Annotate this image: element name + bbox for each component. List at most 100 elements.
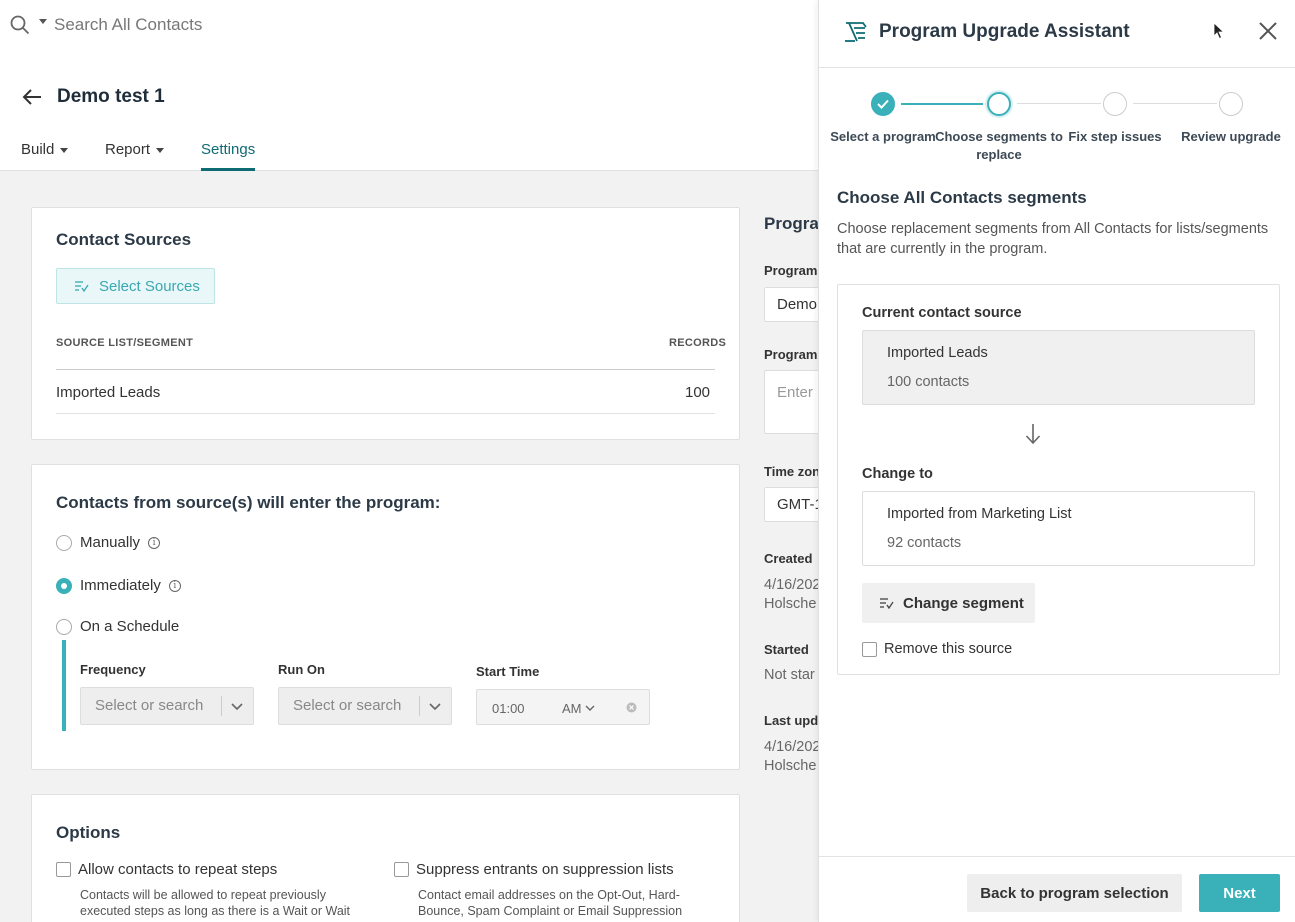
replacement-segment-name: Imported from Marketing List (887, 506, 1072, 522)
step-3-indicator (1103, 92, 1127, 116)
choose-segments-description: Choose replacement segments from All Con… (837, 221, 1269, 257)
current-source-name: Imported Leads (887, 345, 988, 361)
chevron-down-icon (60, 147, 69, 153)
remove-source-option[interactable]: Remove this source (862, 641, 1012, 657)
last-updated-by: Holsche (764, 758, 817, 774)
change-to-label: Change to (862, 466, 933, 482)
program-entry-card: Contacts from source(s) will enter the p… (31, 464, 740, 770)
next-button[interactable]: Next (1199, 874, 1280, 912)
choose-segments-title: Choose All Contacts segments (837, 188, 1087, 207)
close-icon[interactable] (1258, 21, 1278, 41)
current-source-box: Imported Leads 100 contacts (862, 330, 1255, 405)
run-on-label: Run On (278, 662, 325, 677)
entry-option-schedule[interactable]: On a Schedule (56, 618, 179, 635)
info-icon[interactable]: i (168, 579, 181, 592)
search-icon[interactable] (10, 15, 30, 35)
suppress-entrants-checkbox[interactable] (394, 862, 409, 877)
start-time-value[interactable]: 01:00 (492, 701, 525, 716)
schedule-radio[interactable] (56, 618, 72, 635)
stepper-connector (1017, 103, 1101, 104)
step-4-label: Review upgrade (1181, 129, 1281, 144)
chevron-down-icon (585, 705, 595, 711)
step-2-label: Choose segments to replace (935, 129, 1063, 162)
back-to-program-selection-button[interactable]: Back to program selection (967, 874, 1182, 912)
frequency-select[interactable]: Select or search o (80, 687, 254, 725)
upgrade-assistant-panel: Program Upgrade Assistant Select a progr… (818, 0, 1295, 922)
repeat-steps-checkbox[interactable] (56, 862, 71, 877)
top-search-bar: Search All Contacts (0, 0, 818, 54)
ampm-select[interactable]: AM (562, 701, 582, 716)
mouse-cursor-icon (1213, 22, 1225, 40)
program-description-placeholder: Enter (777, 384, 813, 401)
step-1-check-icon (871, 92, 895, 116)
repeat-steps-option[interactable]: Allow contacts to repeat steps (56, 861, 277, 878)
tab-build[interactable]: Build (21, 141, 69, 158)
tab-settings[interactable]: Settings (201, 141, 255, 158)
suppress-entrants-label: Suppress entrants on suppression lists (416, 861, 674, 878)
immediately-radio[interactable] (56, 577, 72, 594)
program-name-label: Program (764, 263, 818, 278)
manually-radio[interactable] (56, 534, 72, 551)
change-segment-button[interactable]: Change segment (862, 583, 1035, 623)
run-on-select[interactable]: Select or search o (278, 687, 452, 725)
timezone-label: Time zon (764, 464, 821, 479)
stepper-connector (1133, 103, 1217, 104)
started-value: Not star (764, 667, 815, 683)
chevron-down-icon (231, 703, 243, 711)
table-header-divider (56, 369, 715, 370)
schedule-label: On a Schedule (80, 618, 180, 635)
schedule-indent-bar (62, 640, 66, 731)
arrow-down-icon (1025, 424, 1041, 445)
remove-source-checkbox[interactable] (862, 641, 877, 657)
repeat-steps-label: Allow contacts to repeat steps (78, 861, 278, 878)
segment-replacement-card: Current contact source Imported Leads 10… (837, 284, 1280, 675)
suppress-entrants-option[interactable]: Suppress entrants on suppression lists (394, 861, 674, 878)
current-source-count: 100 contacts (887, 374, 970, 390)
created-date: 4/16/202 (764, 577, 821, 593)
current-source-label: Current contact source (862, 305, 1022, 321)
list-select-icon (880, 598, 894, 609)
frequency-label: Frequency (80, 662, 146, 677)
clear-icon[interactable] (626, 702, 637, 713)
upgrade-assistant-icon (845, 22, 867, 42)
search-input[interactable]: Search All Contacts (54, 15, 202, 35)
program-name-input[interactable]: Demo (764, 287, 824, 322)
step-3-label: Fix step issues (1068, 129, 1162, 144)
created-by: Holsche (764, 596, 817, 612)
last-updated-label: Last upda (764, 713, 826, 728)
panel-title: Program Upgrade Assistant (879, 21, 1130, 42)
back-arrow-icon[interactable] (22, 88, 42, 106)
replacement-segment-count: 92 contacts (887, 535, 962, 551)
entry-option-immediately[interactable]: Immediately i (56, 577, 181, 594)
source-column-header: SOURCE LIST/SEGMENT (56, 337, 194, 349)
entry-option-manually[interactable]: Manually i (56, 534, 161, 551)
remove-source-label: Remove this source (884, 641, 1013, 657)
program-header: Demo test 1 Build Report Settings (0, 54, 818, 171)
contact-sources-card: Contact Sources Select Sources SOURCE LI… (31, 207, 740, 440)
repeat-steps-description: Contacts will be allowed to repeat previ… (80, 888, 351, 918)
tab-report[interactable]: Report (105, 141, 165, 158)
replacement-segment-box: Imported from Marketing List 92 contacts (862, 491, 1255, 566)
timezone-select[interactable]: GMT-1 (764, 487, 824, 522)
search-scope-caret-icon[interactable] (39, 19, 47, 24)
start-time-input[interactable]: 01:00 AM (476, 689, 650, 725)
table-row-divider (56, 413, 715, 414)
started-label: Started (764, 642, 809, 657)
timezone-value: GMT-1 (777, 496, 823, 513)
select-divider (221, 696, 222, 716)
stepper-connector (901, 103, 983, 105)
contact-sources-title: Contact Sources (56, 230, 192, 249)
active-tab-indicator (201, 168, 255, 171)
panel-header: Program Upgrade Assistant (819, 0, 1295, 68)
info-icon[interactable]: i (148, 536, 161, 549)
select-sources-button[interactable]: Select Sources (56, 268, 215, 304)
run-on-placeholder: Select or search o (293, 697, 405, 714)
entry-title: Contacts from source(s) will enter the p… (56, 493, 441, 512)
records-column-header: RECORDS (669, 337, 727, 349)
chevron-down-icon (429, 703, 441, 711)
step-1-label: Select a program (830, 129, 936, 144)
last-updated-date: 4/16/202 (764, 739, 821, 755)
suppress-entrants-description: Contact email addresses on the Opt-Out, … (418, 888, 683, 918)
program-description-input[interactable]: Enter (764, 370, 824, 434)
select-sources-label: Select Sources (99, 277, 200, 295)
